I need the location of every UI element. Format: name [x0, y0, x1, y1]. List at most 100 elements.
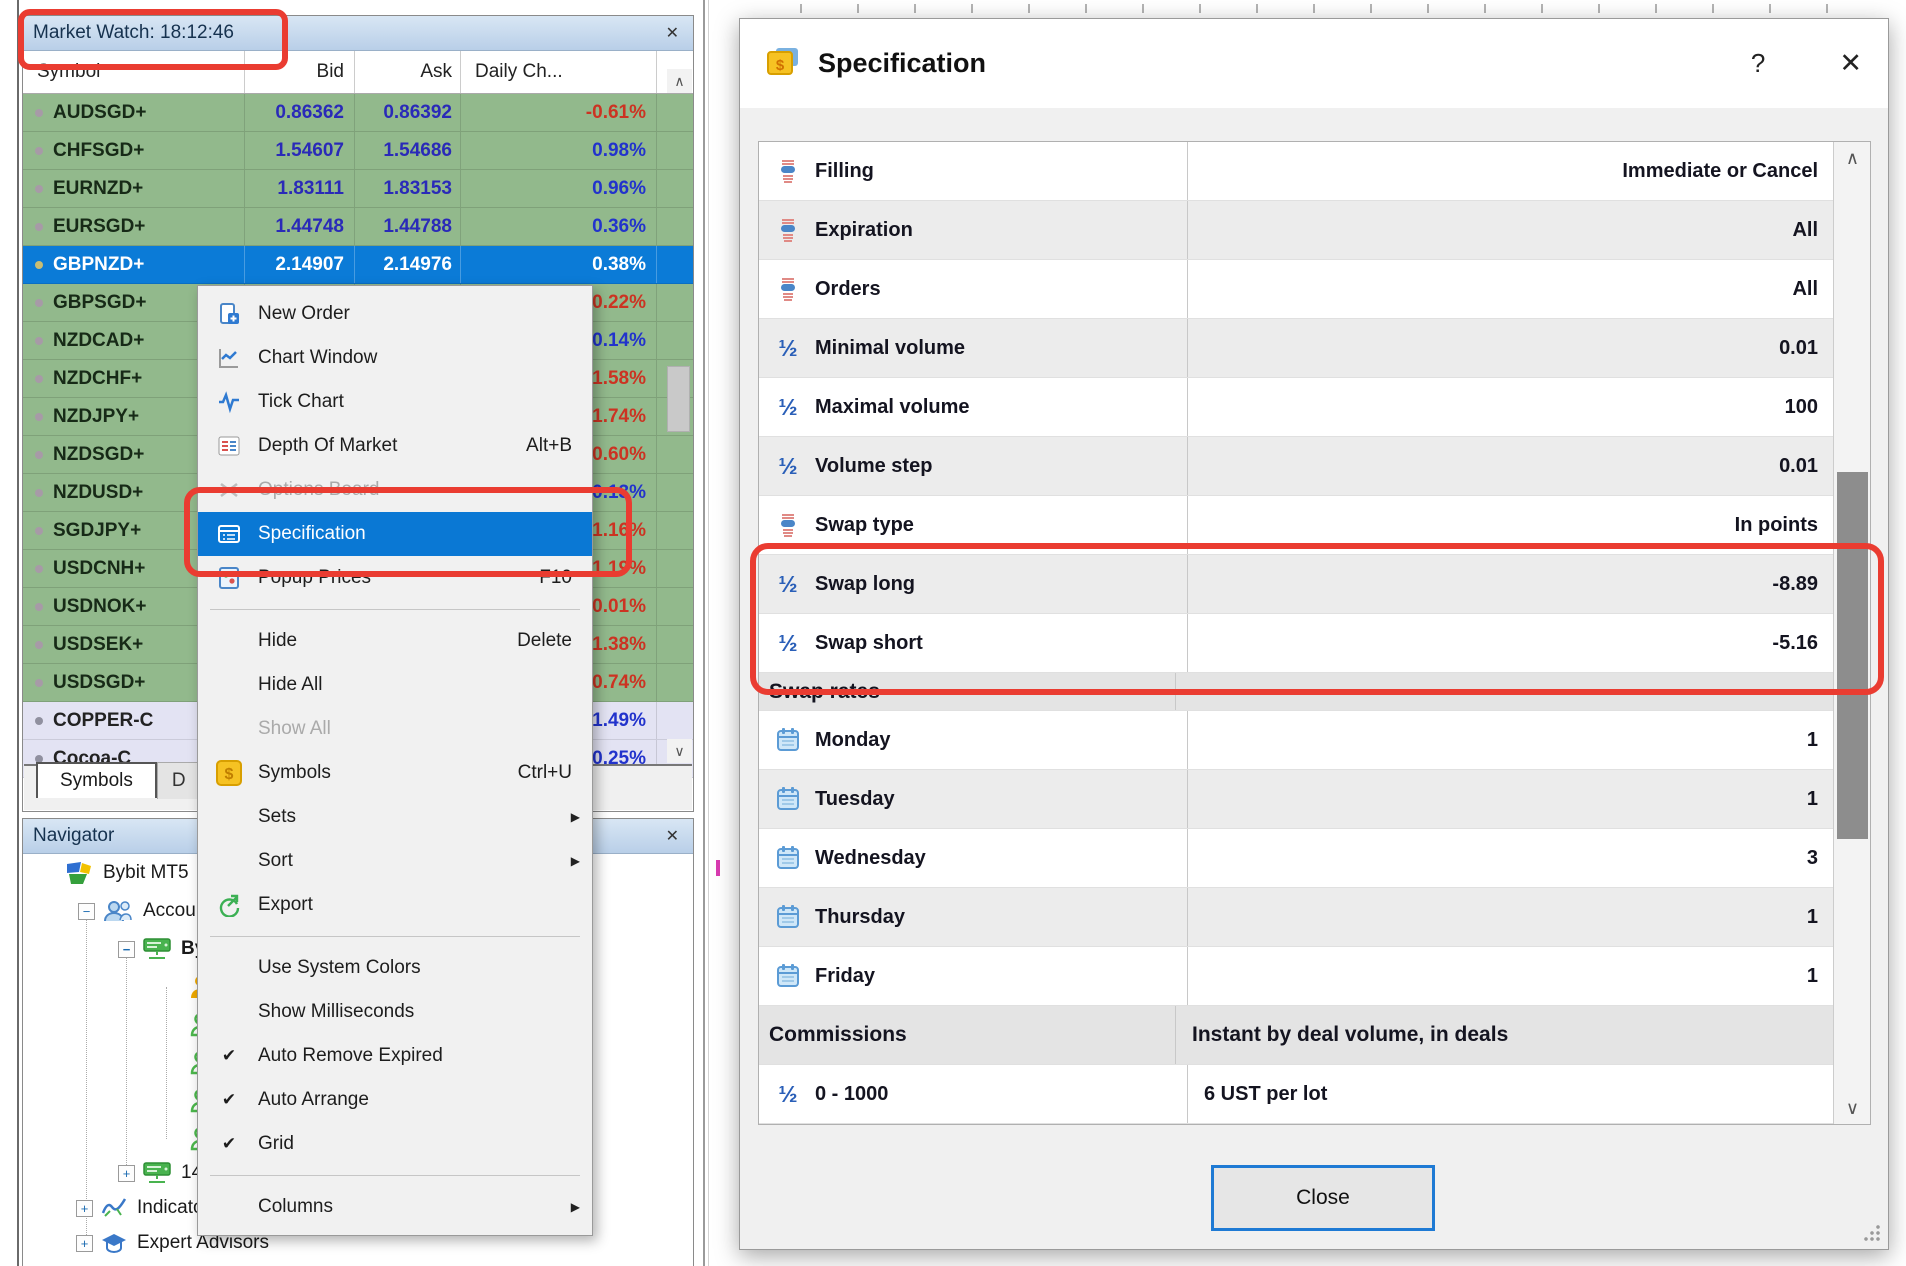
expand-icon[interactable]: +: [76, 1235, 93, 1252]
menu-item-tick-chart[interactable]: Tick Chart: [198, 380, 592, 424]
menu-item-sort[interactable]: Sort ▶: [198, 839, 592, 883]
ruler-tick: [1199, 4, 1201, 13]
market-watch-header: Symbol Bid Ask Daily Ch...: [23, 51, 693, 94]
menu-item-sets[interactable]: Sets ▶: [198, 795, 592, 839]
help-icon[interactable]: ?: [1751, 48, 1765, 79]
ruler-tick: [1484, 4, 1486, 13]
menu-item-export[interactable]: Export: [198, 883, 592, 927]
menu-item-specification[interactable]: Specification: [198, 512, 592, 556]
spec-row-thursday[interactable]: Thursday 1: [759, 888, 1870, 947]
menu-item-popup-prices[interactable]: Popup Prices F10: [198, 556, 592, 600]
table-row-selected[interactable]: GBPNZD+2.149072.149760.38%: [23, 246, 693, 284]
ruler-tick: [1826, 4, 1828, 13]
checkmark-icon: ✔: [214, 1134, 244, 1154]
spec-label: Wednesday: [805, 847, 1187, 870]
menu-item-label: Sets: [258, 806, 592, 828]
spec-row-minimal-volume[interactable]: ½ Minimal volume 0.01: [759, 319, 1870, 378]
ruler-tick: [971, 4, 973, 13]
menu-item-auto-arrange[interactable]: ✔ Auto Arrange: [198, 1078, 592, 1122]
symbol-cell: EURNZD+: [53, 170, 245, 207]
scroll-down-icon[interactable]: ∨: [1835, 1092, 1870, 1124]
spec-row-commission-tier[interactable]: ½ 0 - 1000 6 UST per lot: [759, 1065, 1870, 1124]
tree-item-label: Indicato: [137, 1197, 204, 1219]
menu-item-label: Symbols: [258, 762, 518, 784]
bid-cell: 0.86362: [245, 94, 355, 131]
collapse-icon[interactable]: −: [118, 941, 135, 958]
menu-item-depth-of-market[interactable]: Depth Of Market Alt+B: [198, 424, 592, 468]
menu-item-new-order[interactable]: New Order: [198, 292, 592, 336]
window-edge-line: [703, 0, 705, 1266]
menu-item-symbols[interactable]: $ Symbols Ctrl+U: [198, 751, 592, 795]
close-icon[interactable]: ✕: [1839, 48, 1862, 79]
market-watch-title: Market Watch: 18:12:46: [33, 22, 234, 44]
spec-row-friday[interactable]: Friday 1: [759, 947, 1870, 1006]
table-row[interactable]: EURNZD+1.831111.831530.96%: [23, 170, 693, 208]
menu-item-grid[interactable]: ✔ Grid: [198, 1122, 592, 1166]
scroll-up-icon[interactable]: ∧: [667, 69, 692, 93]
scroll-up-icon[interactable]: ∧: [1835, 142, 1870, 174]
close-icon[interactable]: ✕: [662, 23, 683, 43]
bid-cell: 1.44748: [245, 208, 355, 245]
column-header-ask[interactable]: Ask: [355, 51, 461, 93]
collapse-icon[interactable]: −: [78, 903, 95, 920]
market-watch-titlebar[interactable]: Market Watch: 18:12:46 ✕: [23, 16, 693, 51]
status-dot-icon: [35, 261, 43, 269]
bybit-logo-icon: [65, 860, 93, 886]
symbol-cell: EURSGD+: [53, 208, 245, 245]
menu-item-chart-window[interactable]: Chart Window: [198, 336, 592, 380]
specification-table: Filling Immediate or Cancel Expiration A…: [758, 141, 1871, 1125]
spec-label: Minimal volume: [805, 337, 1187, 360]
expert-advisors-icon: [101, 1232, 127, 1254]
expand-icon[interactable]: +: [118, 1165, 135, 1182]
expand-icon[interactable]: +: [76, 1200, 93, 1217]
spec-section-label: Swap rates: [759, 680, 1175, 704]
scrollbar-thumb[interactable]: [667, 366, 690, 432]
table-row[interactable]: CHFSGD+1.546071.546860.98%: [23, 132, 693, 170]
ruler-tick: [1142, 4, 1144, 13]
spec-row-volume-step[interactable]: ½ Volume step 0.01: [759, 437, 1870, 496]
spec-row-maximal-volume[interactable]: ½ Maximal volume 100: [759, 378, 1870, 437]
symbol-cell: CHFSGD+: [53, 132, 245, 169]
context-menu: New Order Chart Window Tick Chart Depth …: [197, 285, 593, 1236]
menu-item-show-milliseconds[interactable]: Show Milliseconds: [198, 990, 592, 1034]
close-icon[interactable]: ✕: [662, 826, 683, 846]
menu-item-auto-remove-expired[interactable]: ✔ Auto Remove Expired: [198, 1034, 592, 1078]
menu-item-use-system-colors[interactable]: Use System Colors: [198, 946, 592, 990]
spec-row-swap-short[interactable]: ½ Swap short -5.16: [759, 614, 1870, 673]
menu-item-hide[interactable]: Hide Delete: [198, 619, 592, 663]
column-header-symbol[interactable]: Symbol: [23, 51, 245, 93]
menu-item-hide-all[interactable]: Hide All: [198, 663, 592, 707]
menu-item-label: Specification: [258, 523, 592, 545]
ask-cell: 1.54686: [355, 132, 461, 169]
change-cell: 0.98%: [461, 132, 657, 169]
close-button[interactable]: Close: [1211, 1165, 1435, 1231]
scroll-down-icon[interactable]: ∨: [667, 739, 692, 763]
change-cell: 0.38%: [461, 246, 657, 283]
spec-value: 1: [1187, 947, 1870, 1005]
menu-item-columns[interactable]: Columns ▶: [198, 1185, 592, 1229]
spec-value: 1: [1187, 888, 1870, 946]
menu-shortcut: Delete: [517, 630, 592, 652]
column-header-bid[interactable]: Bid: [245, 51, 355, 93]
new-order-icon: [214, 302, 244, 326]
spec-row-orders[interactable]: Orders All: [759, 260, 1870, 319]
spec-row-swap-type[interactable]: Swap type In points: [759, 496, 1870, 555]
tab-details[interactable]: D: [157, 762, 201, 799]
dialog-titlebar[interactable]: $ Specification ? ✕: [740, 19, 1888, 108]
spec-row-tuesday[interactable]: Tuesday 1: [759, 770, 1870, 829]
spec-label: Orders: [805, 278, 1187, 301]
spec-value: 0.01: [1187, 319, 1870, 377]
spec-row-expiration[interactable]: Expiration All: [759, 201, 1870, 260]
spec-row-swap-long[interactable]: ½ Swap long -8.89: [759, 555, 1870, 614]
menu-item-label: Use System Colors: [258, 957, 592, 979]
table-row[interactable]: EURSGD+1.447481.447880.36%: [23, 208, 693, 246]
ask-cell: 0.86392: [355, 94, 461, 131]
spec-row-filling[interactable]: Filling Immediate or Cancel: [759, 142, 1870, 201]
resize-grip[interactable]: [1864, 1225, 1880, 1241]
spec-row-wednesday[interactable]: Wednesday 3: [759, 829, 1870, 888]
spec-row-monday[interactable]: Monday 1: [759, 711, 1870, 770]
tab-symbols[interactable]: Symbols: [36, 762, 157, 798]
table-row[interactable]: AUDSGD+0.863620.86392-0.61%: [23, 94, 693, 132]
column-header-daily-change[interactable]: Daily Ch...: [461, 51, 657, 93]
scrollbar-thumb[interactable]: [1837, 472, 1868, 839]
